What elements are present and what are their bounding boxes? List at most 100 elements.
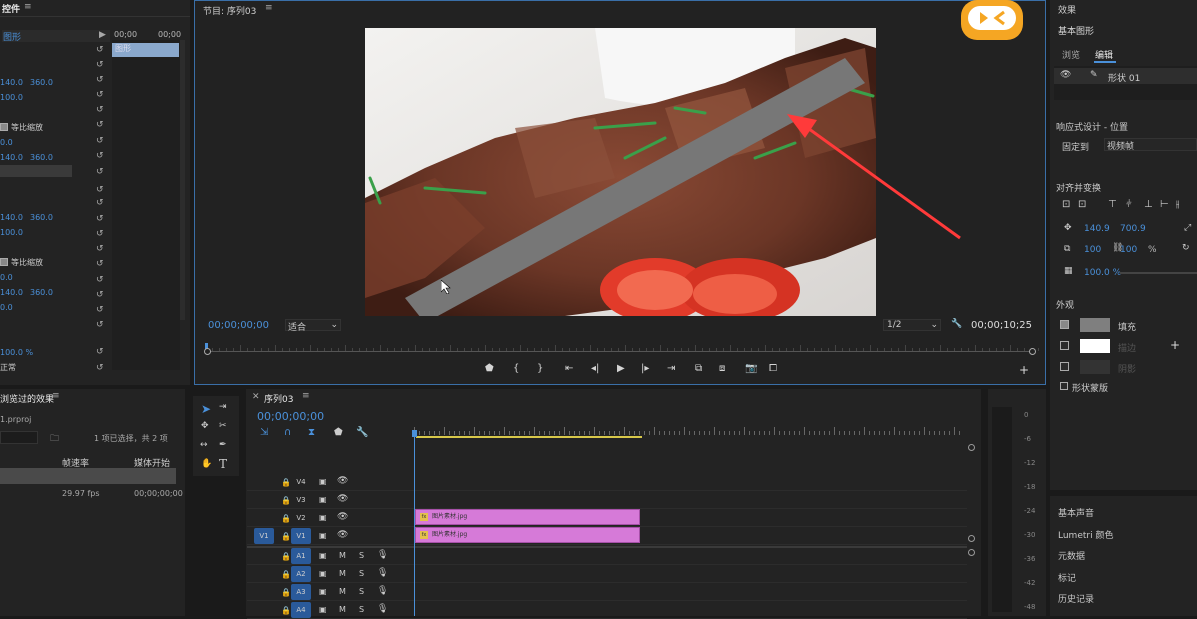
reset-icon[interactable]: ↺ xyxy=(96,348,105,357)
rotation-value[interactable]: 100 xyxy=(1120,245,1137,255)
align-top-icon[interactable]: ⊤ xyxy=(1108,199,1117,210)
reset-icon[interactable]: ↺ xyxy=(96,230,105,239)
scrollbar[interactable] xyxy=(180,40,185,320)
scrub-start-handle[interactable] xyxy=(204,348,211,355)
microphone-icon[interactable]: 🎙 xyxy=(377,568,388,578)
mask-checkbox[interactable] xyxy=(1060,382,1068,390)
linked-select-icon[interactable]: ⧗ xyxy=(308,427,315,438)
tab-edit[interactable]: 编辑 xyxy=(1095,48,1113,61)
menu-icon[interactable]: ≡ xyxy=(24,2,32,12)
panel-lumetri-color[interactable]: Lumetri 颜色 xyxy=(1058,528,1113,541)
lock-icon[interactable]: 🔒 xyxy=(281,588,291,597)
reset-icon[interactable]: ↺ xyxy=(96,91,105,100)
sync-lock-icon[interactable]: ▣ xyxy=(319,569,327,578)
track-target-v4[interactable]: V4 xyxy=(291,474,311,490)
mute-button[interactable]: M xyxy=(339,551,346,560)
track-target-a1[interactable]: A1 xyxy=(291,548,311,564)
track-select-icon[interactable]: ⇥ xyxy=(219,402,227,412)
shadow-swatch[interactable] xyxy=(1080,360,1110,374)
mute-button[interactable]: M xyxy=(339,569,346,578)
timeline-clip-v1[interactable]: fx 图片素材.jpg xyxy=(415,527,640,543)
reset-icon[interactable]: ↺ xyxy=(96,76,105,85)
lock-icon[interactable]: 🔒 xyxy=(281,478,291,487)
film-icon[interactable]: ▣ xyxy=(319,531,327,540)
tab-browse[interactable]: 浏览 xyxy=(1062,48,1080,61)
align-horizontal-center-icon[interactable]: ⊡ xyxy=(1078,199,1086,210)
razor-icon[interactable]: ✂ xyxy=(219,421,227,431)
anchor-icon[interactable]: ⤢ xyxy=(1184,223,1191,233)
track-target-a3[interactable]: A3 xyxy=(291,584,311,600)
track-target-v3[interactable]: V3 xyxy=(291,492,311,508)
sync-lock-icon[interactable]: ▣ xyxy=(319,587,327,596)
add-marker-icon[interactable]: ⬟ xyxy=(485,363,494,374)
playhead-head[interactable] xyxy=(412,430,417,437)
add-stroke-icon[interactable]: + xyxy=(1170,338,1180,352)
eye-icon[interactable]: 👁 xyxy=(337,476,348,486)
film-icon[interactable]: ▣ xyxy=(319,495,327,504)
vertical-scrollbar-handle-2[interactable] xyxy=(968,535,975,542)
position-x[interactable]: 140.9 xyxy=(1084,224,1110,234)
reset-icon[interactable]: ↺ xyxy=(96,137,105,146)
pin-to-dropdown[interactable]: 视频帧 xyxy=(1104,138,1197,152)
vertical-scrollbar-handle-3[interactable] xyxy=(968,549,975,556)
lock-icon[interactable]: 🔒 xyxy=(281,514,291,523)
mark-in-icon[interactable]: { xyxy=(513,363,519,374)
mute-button[interactable]: M xyxy=(339,587,346,596)
nest-icon[interactable]: ⇲ xyxy=(260,427,268,438)
opacity-slider[interactable] xyxy=(1120,272,1197,274)
effect-controls-tab[interactable]: 控件 xyxy=(2,2,20,15)
slip-icon[interactable]: ↔ xyxy=(200,440,208,450)
extract-icon[interactable]: ⧈ xyxy=(719,363,725,374)
microphone-icon[interactable]: 🎙 xyxy=(377,550,388,560)
ripple-edit-icon[interactable]: ✥ xyxy=(201,421,209,431)
scale-value[interactable]: 100 xyxy=(1084,245,1101,255)
fill-checkbox[interactable] xyxy=(1060,320,1069,329)
reset-icon[interactable]: ↺ xyxy=(96,321,105,330)
selection-tool-icon[interactable]: ➤ xyxy=(201,402,211,416)
go-to-in-icon[interactable]: ⇤ xyxy=(565,363,573,374)
track-target-a2[interactable]: A2 xyxy=(291,566,311,582)
go-to-out-icon[interactable]: ⇥ xyxy=(667,363,675,374)
folder-icon[interactable]: 🗀 xyxy=(50,431,59,447)
reset-icon[interactable]: ↺ xyxy=(96,168,105,177)
panel-metadata[interactable]: 元数据 xyxy=(1058,549,1085,562)
uniform-scale-checkbox-2[interactable] xyxy=(0,258,8,266)
panel-markers[interactable]: 标记 xyxy=(1058,571,1076,584)
film-icon[interactable]: ▣ xyxy=(319,513,327,522)
timeline-timecode[interactable]: 00;00;00;00 xyxy=(257,410,324,423)
reset-icon[interactable]: ↺ xyxy=(96,199,105,208)
panel-history[interactable]: 历史记录 xyxy=(1058,592,1094,605)
align-middle-icon[interactable]: ⫩ xyxy=(1126,199,1132,210)
step-forward-icon[interactable]: |▸ xyxy=(641,363,649,374)
align-bottom-icon[interactable]: ⊥ xyxy=(1144,199,1153,210)
align-left-icon[interactable]: ⊢ xyxy=(1160,199,1169,210)
snap-icon[interactable]: ∩ xyxy=(284,427,291,438)
reset-icon[interactable]: ↺ xyxy=(96,260,105,269)
menu-icon[interactable]: ≡ xyxy=(265,3,273,13)
reset-icon[interactable]: ↺ xyxy=(96,61,105,70)
lift-icon[interactable]: ⧉ xyxy=(695,363,702,374)
vertical-scrollbar-handle[interactable] xyxy=(968,444,975,451)
add-button-icon[interactable]: + xyxy=(1019,363,1029,377)
eye-icon[interactable]: 👁 xyxy=(337,512,348,522)
timeline-ruler[interactable] xyxy=(414,427,969,441)
solo-button[interactable]: S xyxy=(359,569,364,578)
opacity-value[interactable]: 100.0 % xyxy=(1084,268,1121,278)
eye-icon[interactable]: 👁 xyxy=(337,494,348,504)
reset-icon[interactable]: ↺ xyxy=(96,245,105,254)
align-center-icon[interactable]: ⫲ xyxy=(1176,199,1179,210)
current-timecode[interactable]: 00;00;00;00 xyxy=(208,320,269,331)
microphone-icon[interactable]: 🎙 xyxy=(377,586,388,596)
export-frame-icon[interactable]: 📷 xyxy=(745,363,757,374)
solo-button[interactable]: S xyxy=(359,587,364,596)
stroke-swatch[interactable] xyxy=(1080,339,1110,353)
lock-icon[interactable]: 🔒 xyxy=(281,570,291,579)
menu-icon[interactable]: ≡ xyxy=(52,391,60,401)
wrench-icon[interactable]: 🔧 xyxy=(951,319,962,329)
source-patch-v1[interactable]: V1 xyxy=(254,528,274,544)
step-back-icon[interactable]: ◂| xyxy=(591,363,599,374)
reset-icon[interactable]: ↺ xyxy=(96,276,105,285)
add-marker-icon[interactable]: ⬟ xyxy=(334,427,343,438)
solo-button[interactable]: S xyxy=(359,551,364,560)
sync-lock-icon[interactable]: ▣ xyxy=(319,551,327,560)
